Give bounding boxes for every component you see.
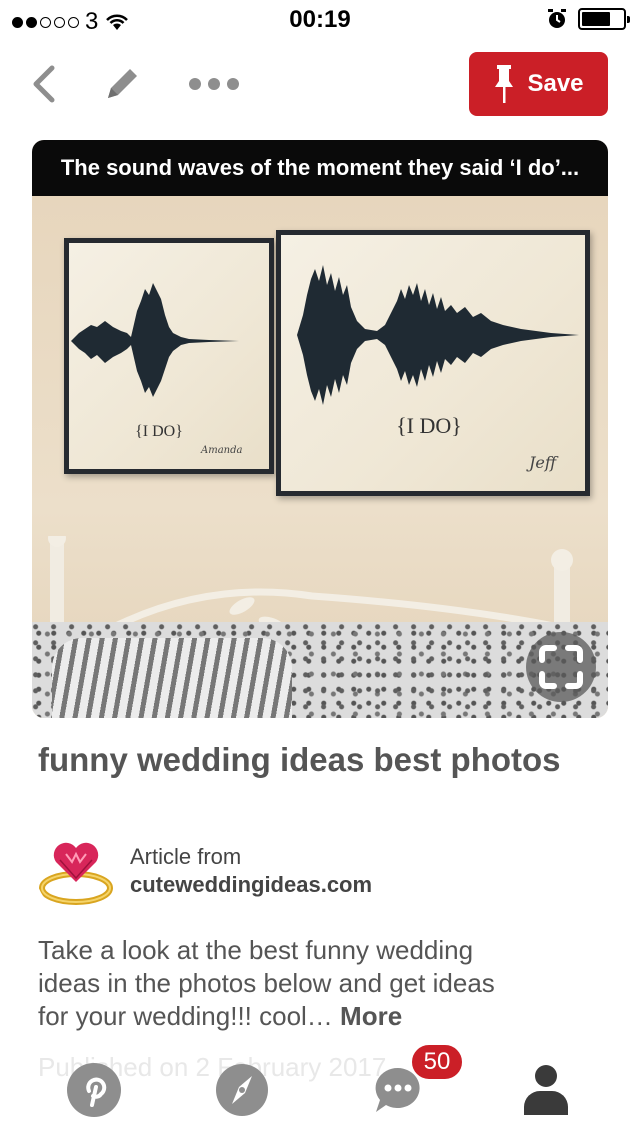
- alarm-icon: [548, 9, 566, 28]
- save-label: Save: [527, 70, 584, 97]
- more-icon: [189, 78, 239, 90]
- left-canvas-panel: {I DO} Amanda: [64, 238, 274, 474]
- description-text: Take a look at the best funny wedding id…: [38, 935, 495, 1031]
- pinterest-icon: [67, 1063, 121, 1117]
- right-soundwave: [297, 265, 579, 405]
- back-icon: [33, 65, 55, 103]
- profile-icon: [524, 1065, 568, 1115]
- pin-image[interactable]: The sound waves of the moment they said …: [32, 140, 608, 718]
- edit-icon: [108, 69, 137, 98]
- right-panel-text: {I DO}: [396, 413, 462, 438]
- striped-pillow: [52, 638, 292, 718]
- status-right: [546, 8, 630, 30]
- pin-description: Take a look at the best funny wedding id…: [38, 934, 508, 1033]
- left-panel-text: {I DO}: [135, 423, 183, 440]
- right-canvas-panel: {I DO} Jeff: [276, 230, 590, 496]
- tab-explore[interactable]: [212, 1060, 272, 1120]
- heart-ring-icon: [39, 842, 113, 905]
- right-signature: Jeff: [529, 453, 557, 472]
- expand-icon: [539, 645, 583, 689]
- explore-icon: [216, 1064, 268, 1116]
- tab-bar: [0, 1046, 640, 1136]
- tab-profile[interactable]: [516, 1060, 576, 1120]
- pin-toolbar: Save: [0, 50, 640, 116]
- source-domain-link[interactable]: cuteweddingideas.com: [130, 872, 372, 898]
- edit-button[interactable]: [100, 62, 144, 106]
- source-avatar[interactable]: [36, 832, 118, 914]
- notification-badge: 50: [410, 1043, 464, 1081]
- clock: 00:19: [289, 6, 351, 33]
- pin-icon: [495, 65, 514, 103]
- left-soundwave: [71, 283, 267, 397]
- wall-scene: {I DO} Amanda {I DO} Jeff: [32, 196, 608, 718]
- left-signature: Amanda: [201, 445, 243, 456]
- back-button[interactable]: [22, 62, 66, 106]
- pin-source[interactable]: Article from cuteweddingideas.com: [36, 832, 596, 914]
- tab-home[interactable]: [64, 1060, 124, 1120]
- more-link[interactable]: More: [340, 1001, 402, 1031]
- expand-button[interactable]: [526, 632, 596, 702]
- source-label: Article from: [130, 844, 242, 869]
- battery-icon: [578, 8, 630, 30]
- save-button[interactable]: Save: [469, 52, 608, 116]
- image-caption: The sound waves of the moment they said …: [32, 140, 608, 196]
- more-options-button[interactable]: [186, 62, 242, 106]
- pin-title: funny wedding ideas best photos: [38, 741, 561, 778]
- status-bar: 3 00:19: [0, 0, 640, 40]
